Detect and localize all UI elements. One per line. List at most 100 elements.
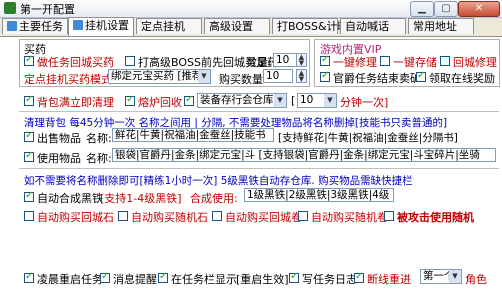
sell-items-hint: [支持鲜花|牛黄|祝福油|金蚕丝|分隔书] bbox=[278, 132, 458, 144]
repair-checkbox[interactable] bbox=[320, 54, 330, 66]
tab-label: 挂机设置 bbox=[85, 19, 129, 32]
reconnect-checkbox[interactable] bbox=[354, 271, 364, 283]
buy-mode-select[interactable]: 绑定元宝买药 [推荐] ▼ bbox=[108, 69, 211, 84]
attacked-random-checkbox[interactable] bbox=[384, 211, 394, 221]
window-title: 第一开配置 bbox=[20, 3, 75, 16]
tab-strip: 主要任务 挂机设置 定点挂机 高级设置 打BOSS&计时 自动喊话 常用地址 bbox=[0, 17, 502, 36]
config-window: 第一开配置 ▁ ▢ ✕ 主要任务 挂机设置 定点挂机 高级设置 打BOSS&计时… bbox=[0, 0, 502, 302]
sell-ore-checkbox[interactable] bbox=[320, 70, 330, 82]
buy-mode-value: 绑定元宝买药 [推荐] bbox=[111, 70, 207, 82]
title-bar: 第一开配置 ▁ ▢ ✕ bbox=[0, 0, 502, 18]
storage-checkbox[interactable] bbox=[184, 94, 194, 106]
divider bbox=[19, 111, 499, 112]
msg-alert-checkbox[interactable] bbox=[100, 271, 110, 283]
tab-label: 自动喊话 bbox=[345, 20, 389, 33]
merge-support-label: [支持1-4级黑铁] bbox=[100, 192, 182, 205]
interval-value: 10 bbox=[300, 94, 314, 106]
sell-items-input[interactable]: 鲜花|牛黄|祝福油|金蚕丝|技能书 bbox=[112, 128, 274, 142]
sell-name-label: 名称: bbox=[86, 132, 112, 145]
ling-restart-label: 凌晨重启任务 bbox=[37, 273, 103, 286]
buy-city-book-checkbox[interactable] bbox=[212, 211, 222, 221]
use-items-label: 使用物品 bbox=[37, 152, 81, 165]
interval-suffix: 分钟一次] bbox=[340, 96, 389, 109]
tab-label: 高级设置 bbox=[209, 20, 253, 33]
boss-buy-checkbox[interactable] bbox=[125, 56, 135, 66]
chevron-down-icon: ▼ bbox=[274, 94, 286, 107]
buy-city-scroll-label: 自动购买回城石 bbox=[37, 211, 114, 224]
sell-items-checkbox[interactable] bbox=[24, 130, 34, 142]
merge-use-label: 合成使用: bbox=[190, 192, 238, 205]
smelt-checkbox[interactable] bbox=[125, 94, 135, 106]
online-reward-checkbox[interactable] bbox=[416, 70, 426, 82]
buy-city-book-label: 自动购买回城卷 bbox=[225, 211, 302, 224]
bag-clean-label: 背包满立即清理 bbox=[37, 96, 114, 109]
chevron-down-icon: ▼ bbox=[324, 94, 336, 107]
chevron-down-icon: ▼ bbox=[198, 70, 210, 83]
tab-label: 打BOSS&计时 bbox=[277, 20, 349, 33]
qty-spinner[interactable]: ▲ ▼ bbox=[296, 53, 307, 67]
tab-advanced[interactable]: 高级设置 bbox=[204, 18, 270, 34]
return-buy-checkbox[interactable] bbox=[24, 54, 34, 66]
tab-common-address[interactable]: 常用地址 bbox=[408, 18, 474, 34]
tab-icon bbox=[73, 20, 83, 30]
storage-select[interactable]: 装备存行会仓库 ▼ bbox=[197, 93, 287, 108]
chevron-down-icon: ▼ bbox=[449, 270, 461, 283]
smelt-label: 熔炉回收 bbox=[138, 96, 182, 109]
buy-random-book-label: 自动购买随机卷 bbox=[311, 211, 388, 224]
reconnect-select[interactable]: 第一个 ▼ bbox=[420, 269, 462, 284]
buy-mode-label: 定点挂机买药模式 bbox=[24, 73, 112, 86]
return-repair-checkbox[interactable] bbox=[440, 56, 450, 66]
interval-select[interactable]: 10 ▼ bbox=[297, 93, 337, 108]
buy-random-stone-checkbox[interactable] bbox=[118, 211, 128, 221]
attacked-random-label: 被攻击使用随机 bbox=[397, 211, 474, 224]
auto-merge-checkbox[interactable] bbox=[24, 190, 34, 202]
tab-boss-timer[interactable]: 打BOSS&计时 bbox=[272, 18, 349, 34]
buy-random-stone-label: 自动购买随机石 bbox=[131, 211, 208, 224]
tab-idle-settings[interactable]: 挂机设置 bbox=[68, 17, 134, 36]
tab-auto-shout[interactable]: 自动喊话 bbox=[340, 18, 406, 34]
online-reward-label: 领取在线奖励 bbox=[429, 72, 495, 85]
return-repair-label: 回城修理 bbox=[453, 56, 497, 69]
tray-checkbox[interactable] bbox=[158, 271, 168, 283]
bag-clean-checkbox[interactable] bbox=[24, 94, 34, 106]
tab-main-tasks[interactable]: 主要任务 bbox=[2, 18, 68, 34]
tab-label: 常用地址 bbox=[413, 20, 457, 33]
msg-alert-label: 消息提醒 bbox=[113, 273, 157, 286]
interval-open: [ bbox=[291, 94, 296, 107]
store-checkbox[interactable] bbox=[380, 56, 390, 66]
sell-ore-label: 官爵任务结束卖矿 bbox=[333, 72, 421, 85]
merge-note: 如不需要将名称删除即可[精练1小时一次] 5级黑铁自动存仓库. 购买物品需缺快捷… bbox=[24, 175, 413, 187]
buy-qty-input[interactable]: 10 bbox=[263, 69, 293, 83]
settings-panel: 买药 做任务回城买药 打高级BOSS前先回城买足药 数量: 10 ▲▼ 定点挂机… bbox=[0, 36, 502, 302]
role-label: 角色 bbox=[465, 273, 487, 286]
tab-label: 定点挂机 bbox=[141, 20, 185, 33]
auto-merge-label: 自动合成黑铁 bbox=[37, 192, 103, 205]
ling-restart-checkbox[interactable] bbox=[24, 271, 34, 283]
tray-label: 在任务栏显示 bbox=[171, 273, 237, 286]
repair-label: 一键修理 bbox=[333, 56, 377, 69]
tab-label: 主要任务 bbox=[19, 20, 63, 33]
merge-use-input[interactable]: 1级黑铁|2级黑铁|3级黑铁|4级黑铁 bbox=[244, 188, 394, 202]
task-log-checkbox[interactable] bbox=[289, 271, 299, 283]
return-buy-label: 做任务回城买药 bbox=[37, 56, 114, 69]
qty-label: 数量: bbox=[246, 56, 272, 69]
storage-value: 装备存行会仓库 bbox=[200, 94, 274, 106]
buy-city-scroll-checkbox[interactable] bbox=[24, 211, 34, 221]
qty-input[interactable]: 10 bbox=[273, 53, 297, 67]
maximize-button[interactable]: ▢ bbox=[434, 1, 458, 17]
use-items-input[interactable]: 银袋|官爵丹|金条|绑定元宝|斗 [支持银袋|官爵丹|金条|绑定元宝|斗宝碎片|… bbox=[112, 148, 496, 162]
use-items-checkbox[interactable] bbox=[24, 150, 34, 162]
divider bbox=[19, 168, 499, 169]
tab-fixed-point[interactable]: 定点挂机 bbox=[136, 18, 202, 34]
close-button[interactable]: ✕ bbox=[458, 1, 500, 17]
minimize-button[interactable]: ▁ bbox=[410, 1, 434, 17]
buy-qty-spinner[interactable]: ▲ ▼ bbox=[296, 69, 307, 83]
buy-qty-label: 购买数量: bbox=[219, 73, 267, 86]
store-label: 一键存储 bbox=[393, 56, 437, 69]
buy-random-book-checkbox[interactable] bbox=[298, 211, 308, 221]
use-name-label: 名称: bbox=[86, 152, 112, 165]
task-log-label: 写任务日志 bbox=[302, 273, 357, 286]
reboot-note: [重启生效] bbox=[236, 273, 289, 286]
app-icon bbox=[4, 2, 16, 14]
reconnect-label: 断线重进 bbox=[367, 273, 411, 286]
